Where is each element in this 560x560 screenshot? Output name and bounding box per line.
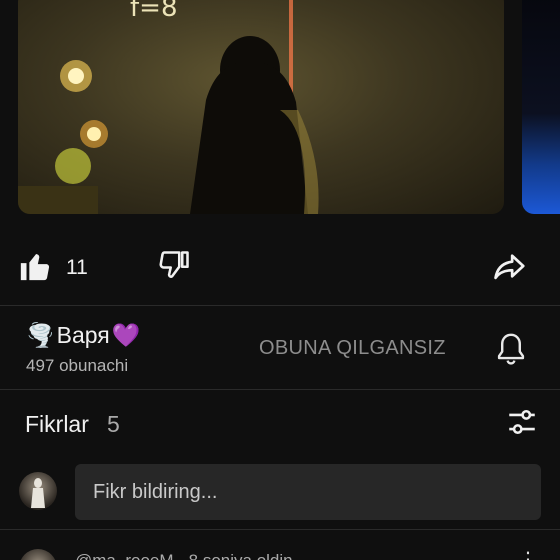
like-icon: [18, 249, 52, 288]
tornado-emoji: 🌪️: [26, 322, 55, 348]
avatar-figure: [31, 478, 45, 508]
subscribed-button[interactable]: OBUNA QILGANSIZ: [259, 337, 446, 360]
divider: [0, 305, 560, 306]
commenter-avatar[interactable]: [19, 549, 57, 560]
video-thumbnail[interactable]: f=8: [18, 0, 504, 214]
video-actions: 11: [0, 232, 560, 304]
more-options-button[interactable]: ⋮: [518, 547, 538, 560]
share-icon: [490, 247, 528, 290]
purple-heart-emoji: 💜: [111, 322, 141, 348]
thumbnail-art: f=8: [18, 0, 319, 214]
filter-icon: [505, 409, 539, 443]
sort-filter-button[interactable]: [505, 405, 539, 444]
comments-count: 5: [107, 411, 120, 437]
like-count: 11: [66, 256, 88, 279]
channel-name[interactable]: 🌪️ Варя 💜: [26, 322, 140, 349]
bell-icon: [494, 333, 528, 372]
comment-time: 8 soniya oldin: [189, 551, 293, 560]
media-carousel: f=8: [0, 0, 560, 232]
meta-separator: ·: [178, 551, 184, 560]
comment-input[interactable]: [75, 464, 541, 520]
dislike-button[interactable]: [156, 246, 192, 290]
comment-author[interactable]: @ma_rooeM: [75, 551, 174, 560]
comment-item: @ma_rooeM · 8 soniya oldin ⋮: [0, 531, 560, 560]
share-button[interactable]: [490, 246, 528, 290]
dislike-icon: [156, 248, 192, 289]
like-button[interactable]: 11: [18, 246, 88, 290]
subscriber-count: 497 obunachi: [26, 356, 129, 375]
user-avatar[interactable]: [19, 472, 57, 510]
comment-meta: @ma_rooeM · 8 soniya oldin: [75, 551, 293, 560]
next-video-thumbnail[interactable]: [522, 0, 560, 214]
divider: [0, 389, 560, 390]
svg-text:f=8: f=8: [130, 0, 177, 23]
notification-bell-button[interactable]: [494, 330, 528, 373]
channel-name-label: Варя: [56, 322, 110, 348]
comments-title: Fikrlar: [25, 411, 89, 437]
divider: [0, 529, 560, 530]
